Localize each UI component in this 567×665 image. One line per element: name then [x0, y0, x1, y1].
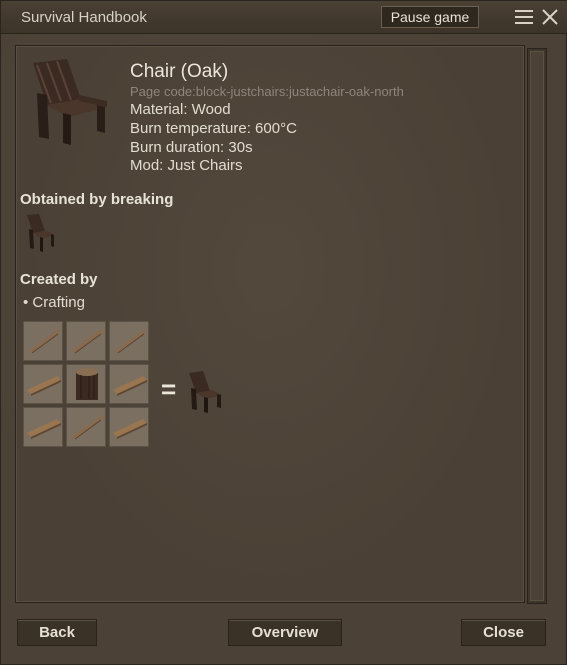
chair-icon[interactable]	[184, 370, 224, 414]
chair-icon[interactable]	[23, 213, 57, 253]
obtained-heading: Obtained by breaking	[20, 191, 174, 208]
window-title: Survival Handbook	[21, 9, 147, 26]
property-burn-temperature: Burn temperature: 600°C	[130, 120, 297, 137]
grid-slot-plank-icon[interactable]	[23, 407, 63, 447]
equals-sign: =	[161, 374, 177, 404]
back-button[interactable]: Back	[17, 619, 97, 646]
menu-icon[interactable]	[514, 9, 534, 25]
grid-slot-plank-icon[interactable]	[109, 364, 149, 404]
property-material: Material: Wood	[130, 101, 231, 118]
grid-slot-stick-icon[interactable]	[66, 321, 106, 361]
chair-icon	[33, 59, 107, 145]
crafting-method-item: • Crafting	[23, 294, 85, 311]
property-mod: Mod: Just Chairs	[130, 157, 243, 174]
item-title: Chair (Oak)	[130, 61, 229, 82]
pause-game-button[interactable]: Pause game	[381, 6, 479, 28]
close-button[interactable]: Close	[461, 619, 546, 646]
handbook-window: Survival Handbook Pause game Chair (Oak)…	[0, 0, 567, 665]
property-burn-duration: Burn duration: 30s	[130, 139, 253, 156]
page-code: Page code:block-justchairs:justachair-oa…	[130, 84, 404, 99]
grid-slot-stick-icon[interactable]	[109, 321, 149, 361]
overview-button[interactable]: Overview	[228, 619, 342, 646]
grid-slot-plank-icon[interactable]	[109, 407, 149, 447]
title-bar[interactable]: Survival Handbook Pause game	[1, 1, 567, 34]
close-x-icon[interactable]	[541, 8, 559, 26]
scrollbar-thumb[interactable]	[530, 51, 544, 601]
crafting-grid	[23, 321, 151, 449]
grid-slot-stick-icon[interactable]	[66, 407, 106, 447]
grid-slot-plank-icon[interactable]	[23, 364, 63, 404]
grid-slot-oak-log-icon[interactable]	[66, 364, 106, 404]
grid-slot-stick-icon[interactable]	[23, 321, 63, 361]
created-by-heading: Created by	[20, 271, 98, 288]
scrollbar[interactable]	[527, 48, 547, 604]
